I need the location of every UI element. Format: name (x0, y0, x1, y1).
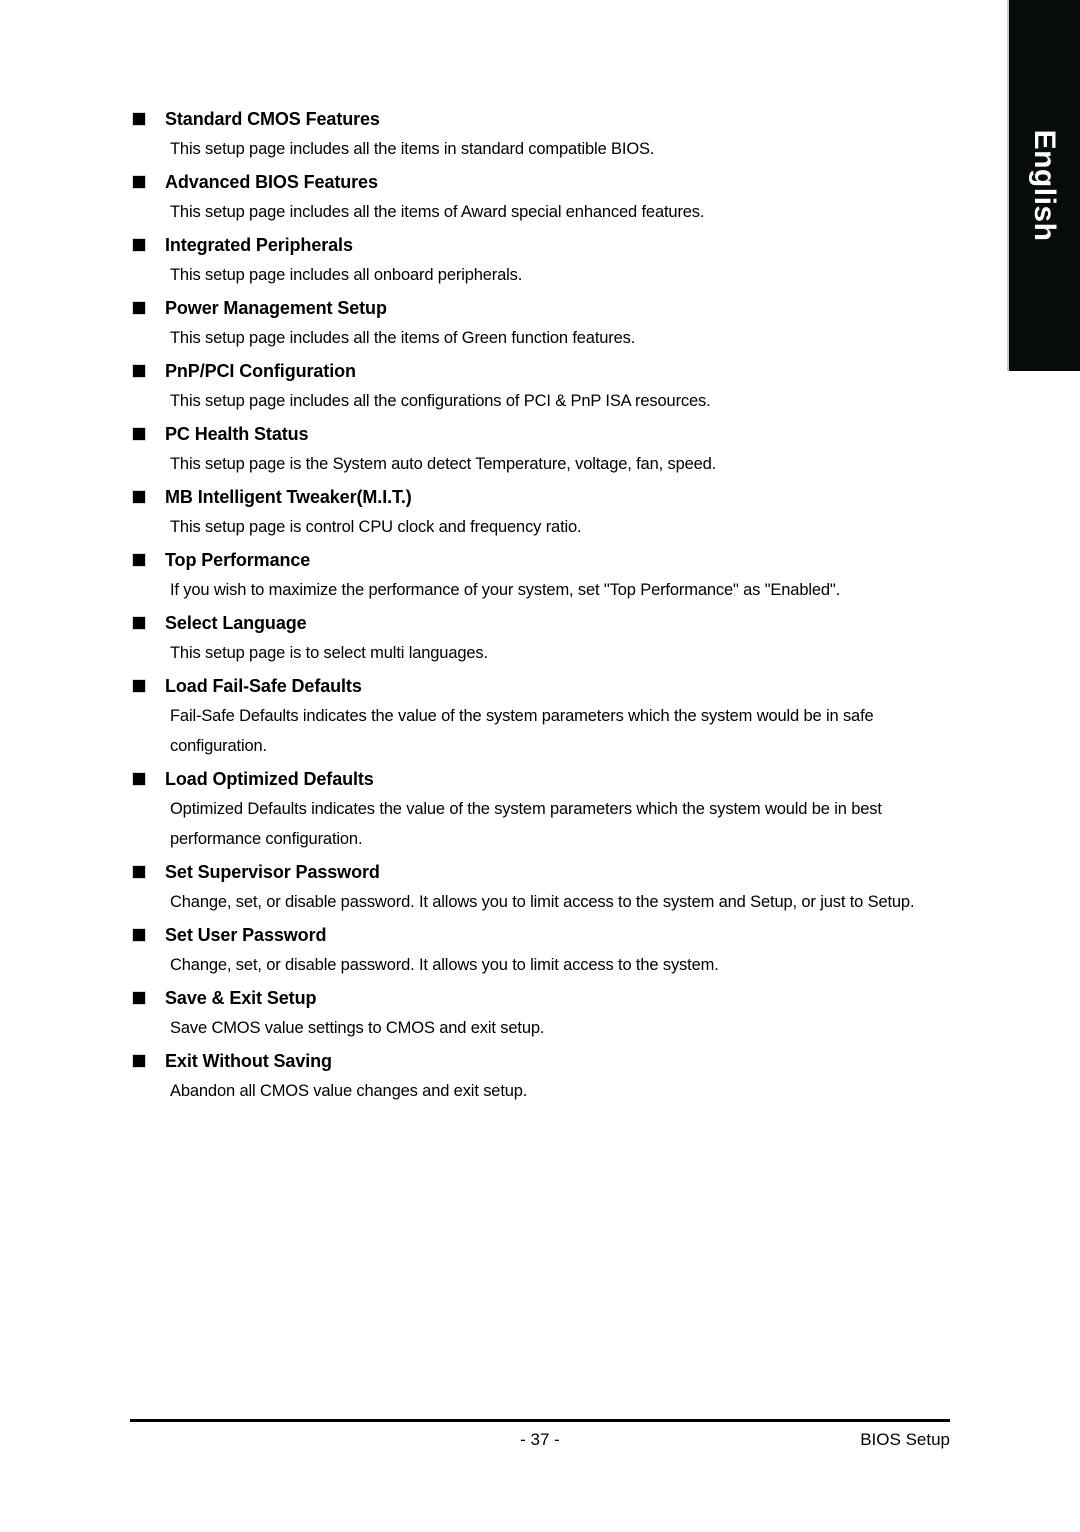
bios-menu-item: Advanced BIOS Features This setup page in… (132, 171, 953, 227)
language-tab: English (1007, 0, 1080, 371)
footer-divider (130, 1419, 950, 1422)
bios-menu-item: Save & Exit Setup Save CMOS value setting… (132, 987, 953, 1043)
bios-menu-item: Standard CMOS Features This setup page in… (132, 108, 953, 164)
footer-chapter-label: BIOS Setup (860, 1430, 950, 1449)
bios-menu-item-title: Load Optimized Defaults (165, 769, 374, 789)
bios-menu-item-title: Exit Without Saving (165, 1051, 332, 1071)
filled-square-bullet-icon (132, 301, 146, 315)
bios-menu-item: PC Health Status This setup page is the S… (132, 423, 953, 479)
bios-menu-item-heading-row: Load Optimized Defaults (132, 768, 953, 790)
bios-menu-item: Select Language This setup page is to sel… (132, 612, 953, 668)
bios-menu-item-title: Power Management Setup (165, 298, 387, 318)
bios-menu-item-heading-row: Save & Exit Setup (132, 987, 953, 1009)
bios-menu-item: Load Fail-Safe Defaults Fail-Safe Default… (132, 675, 953, 761)
bios-menu-item-heading-row: PnP/PCI Configuration (132, 360, 953, 382)
bios-menu-item-heading-row: Integrated Peripherals (132, 234, 953, 256)
bios-menu-item: Set Supervisor Password Change, set, or d… (132, 861, 953, 917)
bios-menu-item-heading-row: Set User Password (132, 924, 953, 946)
page-footer: - 37 - BIOS Setup (130, 1419, 950, 1456)
bios-menu-item-title: Advanced BIOS Features (165, 172, 378, 192)
filled-square-bullet-icon (132, 112, 146, 126)
bios-menu-item-heading-row: Load Fail-Safe Defaults (132, 675, 953, 697)
bios-menu-item-heading-row: Exit Without Saving (132, 1050, 953, 1072)
bios-menu-item-heading-row: Standard CMOS Features (132, 108, 953, 130)
bios-menu-item-description: Save CMOS value settings to CMOS and exi… (170, 1019, 545, 1037)
bios-menu-item-description: This setup page includes all the configu… (170, 392, 711, 410)
filled-square-bullet-icon (132, 616, 146, 630)
bios-menu-item-description: Fail-Safe Defaults indicates the value o… (170, 707, 874, 755)
bios-menu-item: Integrated Peripherals This setup page in… (132, 234, 953, 290)
bios-menu-item-title: Integrated Peripherals (165, 235, 353, 255)
filled-square-bullet-icon (132, 865, 146, 879)
bios-menu-item-description: This setup page includes all the items o… (170, 329, 636, 347)
bios-menu-item-title: PnP/PCI Configuration (165, 361, 356, 381)
filled-square-bullet-icon (132, 679, 146, 693)
bios-menu-item: PnP/PCI Configuration This setup page inc… (132, 360, 953, 416)
bios-menu-item-description: If you wish to maximize the performance … (170, 581, 841, 599)
filled-square-bullet-icon (132, 928, 146, 942)
bios-menu-item-description: This setup page is control CPU clock and… (170, 518, 582, 536)
filled-square-bullet-icon (132, 427, 146, 441)
filled-square-bullet-icon (132, 490, 146, 504)
bios-menu-item-heading-row: Advanced BIOS Features (132, 171, 953, 193)
filled-square-bullet-icon (132, 364, 146, 378)
bios-menu-item-description: Change, set, or disable password. It all… (170, 956, 719, 974)
bios-menu-item-title: Top Performance (165, 550, 311, 570)
bios-menu-item: Power Management Setup This setup page in… (132, 297, 953, 353)
bios-menu-item-heading-row: PC Health Status (132, 423, 953, 445)
bios-menu-item-description: This setup page is to select multi langu… (170, 644, 488, 662)
bios-menu-item-heading-row: Select Language (132, 612, 953, 634)
bios-menu-item: Exit Without Saving Abandon all CMOS valu… (132, 1050, 953, 1106)
bios-menu-item-heading-row: Power Management Setup (132, 297, 953, 319)
bios-menu-item-description: Optimized Defaults indicates the value o… (170, 800, 882, 848)
filled-square-bullet-icon (132, 238, 146, 252)
bios-menu-item-title: Set User Password (165, 925, 327, 945)
bios-menu-item-description: This setup page includes all the items i… (170, 140, 655, 158)
filled-square-bullet-icon (132, 991, 146, 1005)
bios-menu-item: Top Performance If you wish to maximize t… (132, 549, 953, 605)
bios-menu-item: Set User Password Change, set, or disable… (132, 924, 953, 980)
bios-menu-item-description: Change, set, or disable password. It all… (170, 893, 915, 911)
filled-square-bullet-icon (132, 553, 146, 567)
bios-menu-item-description: This setup page includes all the items o… (170, 203, 705, 221)
bios-menu-item: Load Optimized Defaults Optimized Default… (132, 768, 953, 854)
bios-menu-item-title: Select Language (165, 613, 307, 633)
bios-menu-item-description: This setup page includes all onboard per… (170, 266, 523, 284)
bios-menu-item-title: Set Supervisor Password (165, 862, 380, 882)
bios-menu-item-title: Load Fail-Safe Defaults (165, 676, 362, 696)
bios-menu-item-title: MB Intelligent Tweaker(M.I.T.) (165, 487, 412, 507)
bios-menu-item-title: PC Health Status (165, 424, 309, 444)
bios-menu-description-list: Standard CMOS Features This setup page in… (132, 108, 953, 1113)
bios-menu-item-title: Standard CMOS Features (165, 109, 380, 129)
bios-menu-item-title: Save & Exit Setup (165, 988, 317, 1008)
bios-menu-item: MB Intelligent Tweaker(M.I.T.) This setup… (132, 486, 953, 542)
bios-menu-item-description: Abandon all CMOS value changes and exit … (170, 1082, 528, 1100)
language-tab-label: English (1028, 129, 1061, 242)
page-number: - 37 - (520, 1430, 560, 1449)
filled-square-bullet-icon (132, 772, 146, 786)
filled-square-bullet-icon (132, 1054, 146, 1068)
bios-menu-item-heading-row: Top Performance (132, 549, 953, 571)
filled-square-bullet-icon (132, 175, 146, 189)
bios-menu-item-description: This setup page is the System auto detec… (170, 455, 717, 473)
bios-menu-item-heading-row: MB Intelligent Tweaker(M.I.T.) (132, 486, 953, 508)
bios-menu-item-heading-row: Set Supervisor Password (132, 861, 953, 883)
